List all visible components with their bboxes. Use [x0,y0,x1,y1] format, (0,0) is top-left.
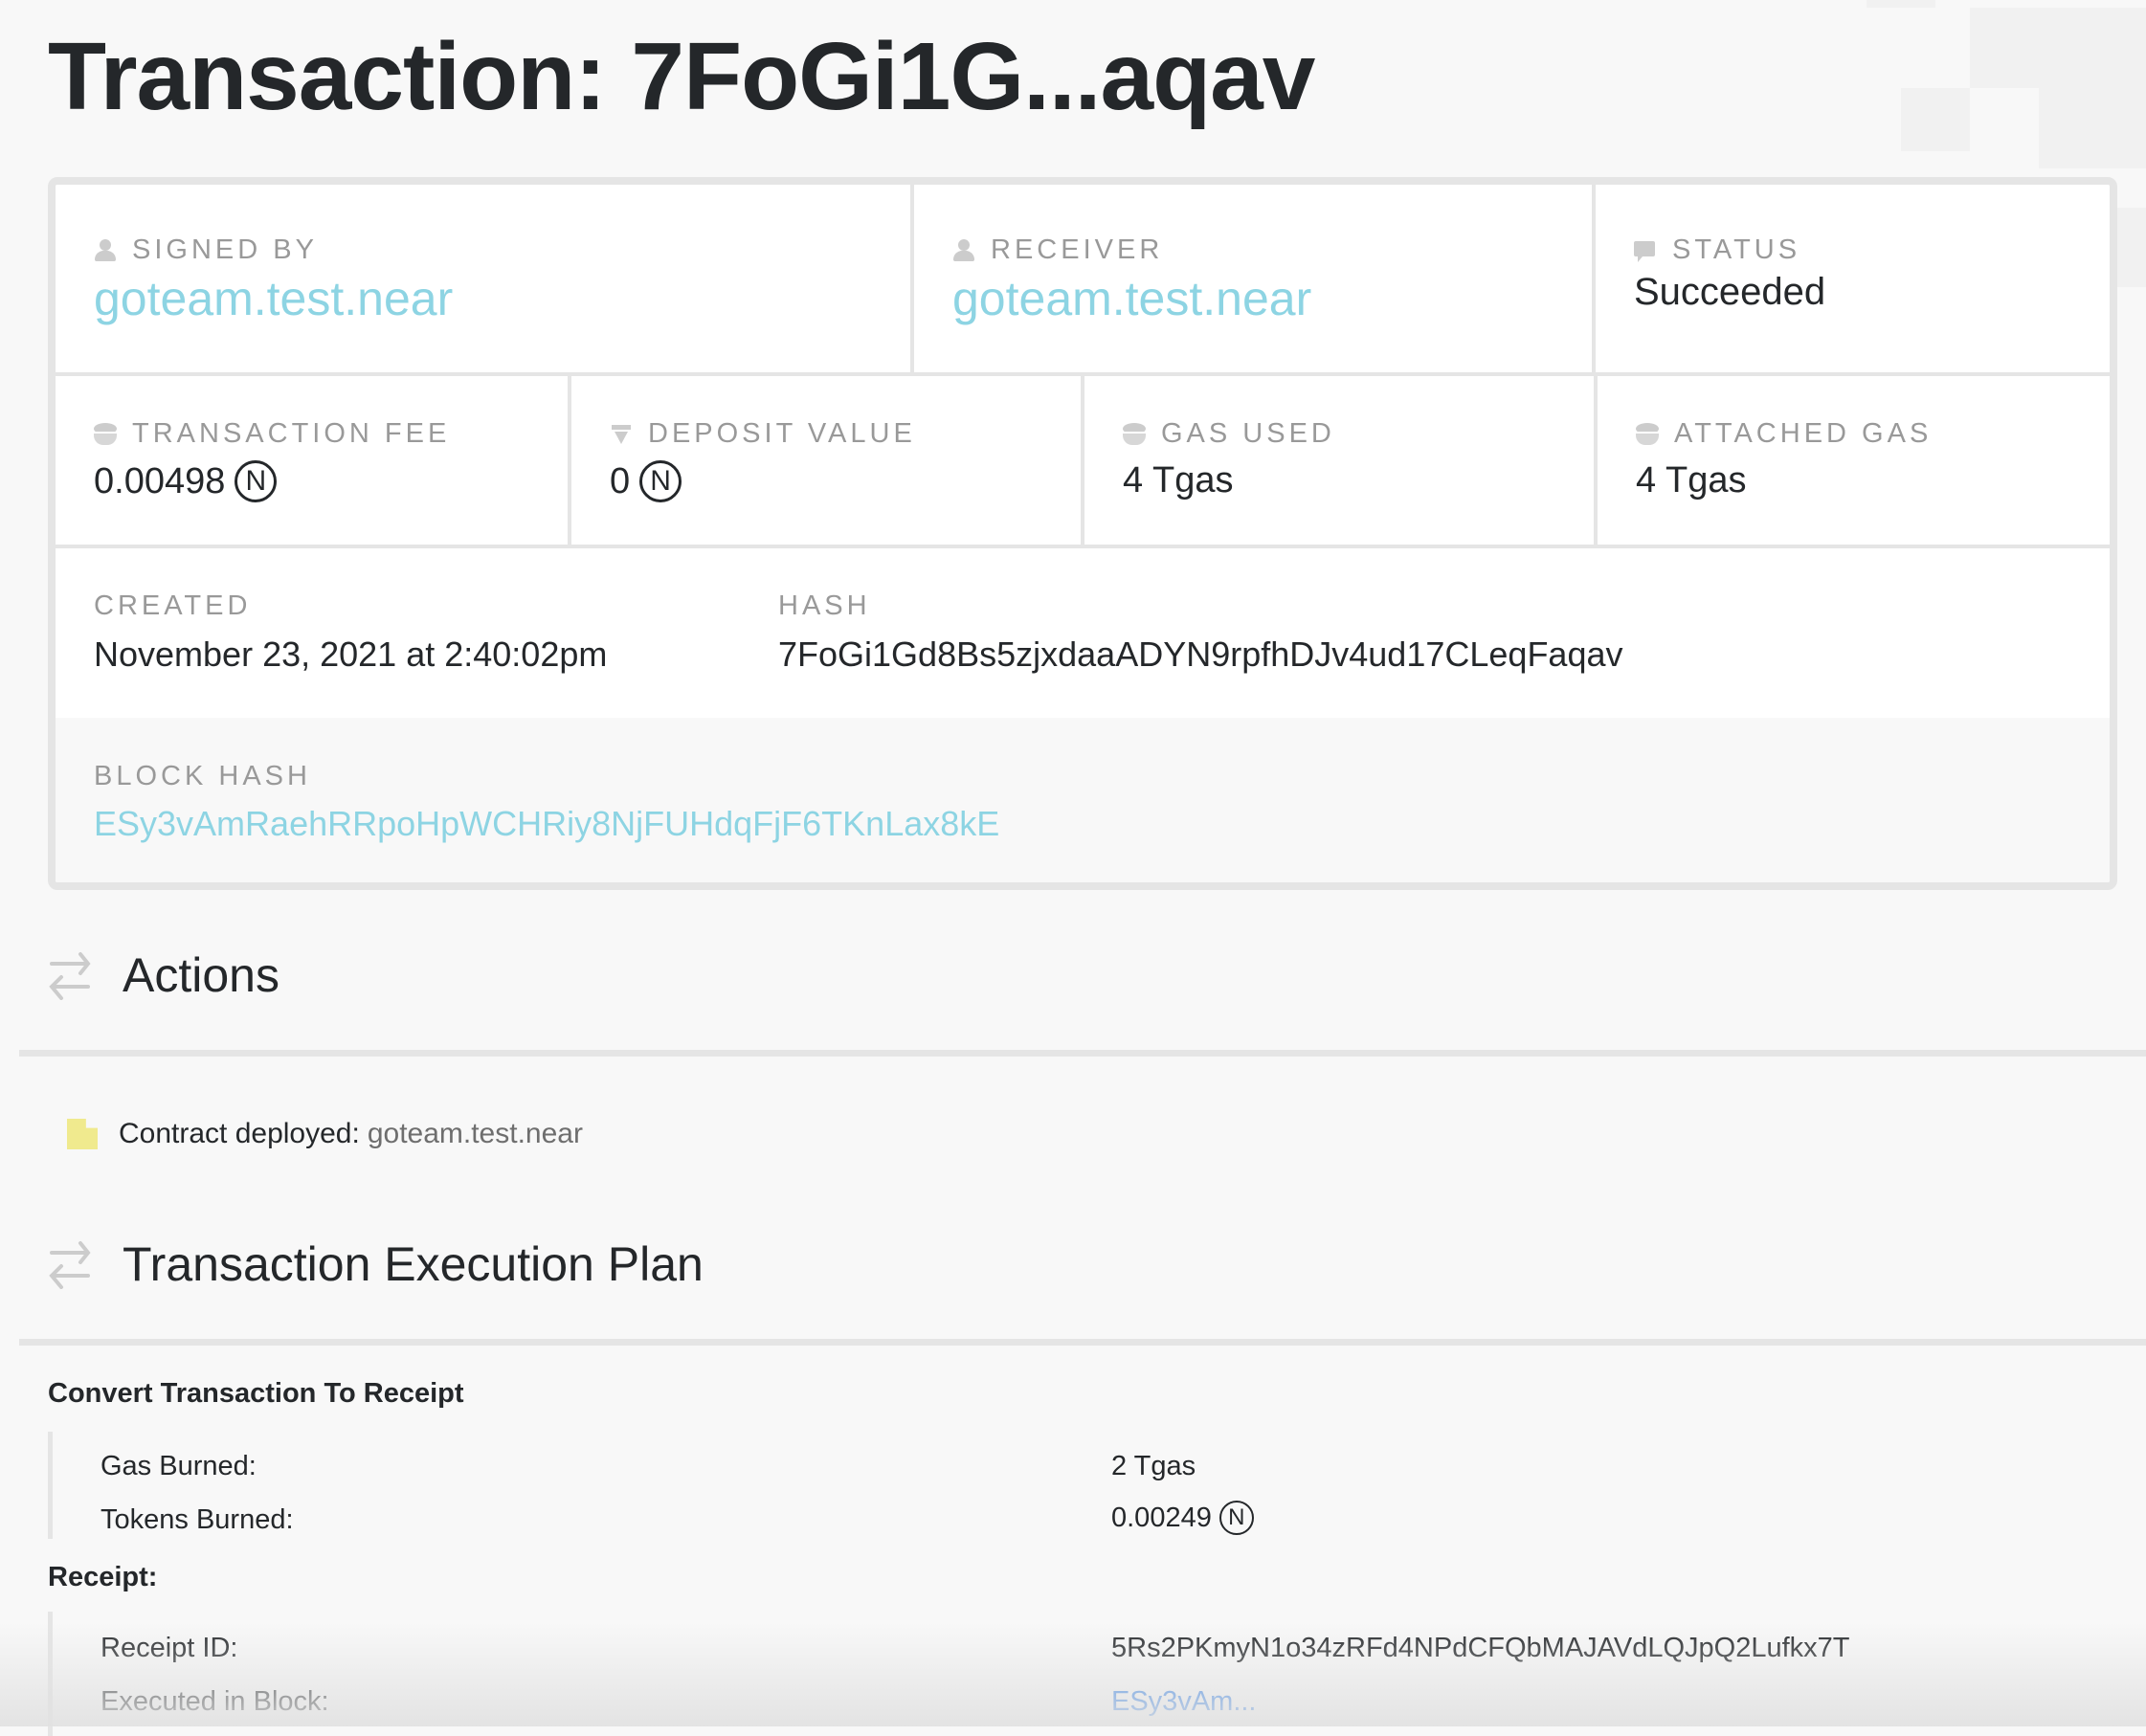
gas-used-cell: Gas used 4 Tgas [1084,376,1598,545]
convert-details: Gas Burned: 2 Tgas Tokens Burned: 0.0024… [48,1432,2146,1539]
receipt-id-value: 5Rs2PKmyN1o34zRFd4NPdCFQbMAJAVdLQJpQ2Luf… [1111,1633,1850,1663]
summary-row-block: Block hash ESy3vAmRaehRRpoHpWCHRiy8NjFUH… [56,718,2110,882]
actions-heading: Actions [123,948,279,1002]
transaction-fee-label: Transaction fee [132,418,451,449]
background-pattern [2117,208,2146,287]
person-icon [94,238,117,262]
attached-gas-label: Attached gas [1674,418,1933,449]
near-token-icon: N [1218,1501,1254,1535]
receiver-label: Receiver [991,234,1164,265]
execution-plan-divider [19,1339,2146,1346]
tokens-burned-value: 0.00249 N [1111,1501,1254,1535]
transaction-fee-cell: Transaction fee 0.00498 N [56,376,571,545]
convert-heading: Convert Transaction To Receipt [48,1378,464,1409]
background-pattern [1970,8,2039,88]
gas-burned-value: 2 Tgas [1111,1451,1196,1481]
person-icon [952,238,975,262]
summary-row-accounts: Signed by goteam.test.near Receiver gote… [56,185,2110,376]
background-pattern [1901,88,1970,151]
tokens-burned-label: Tokens Burned: [101,1504,294,1535]
execution-plan-heading: Transaction Execution Plan [123,1237,704,1291]
executed-in-block-link[interactable]: ESy3vAm... [1111,1686,1257,1718]
summary-row-meta: Created November 23, 2021 at 2:40:02pm H… [56,548,2110,718]
created-label: Created [94,590,252,621]
receipt-details: Receipt ID: 5Rs2PKmyN1o34zRFd4NPdCFQbMAJ… [48,1612,2146,1736]
receipt-heading: Receipt: [48,1562,158,1592]
gas-used-label: Gas used [1161,418,1335,449]
actions-section-header: Actions [48,947,279,1003]
actions-divider [19,1050,2146,1057]
gas-used-value: 4 Tgas [1123,460,1234,501]
coins-icon [94,422,117,446]
created-value: November 23, 2021 at 2:40:02pm [94,634,608,674]
status-label: Status [1672,234,1801,265]
transaction-summary-card: Signed by goteam.test.near Receiver gote… [48,177,2117,890]
block-hash-label: Block hash [94,761,311,791]
near-token-icon: N [235,460,278,502]
created-cell: Created November 23, 2021 at 2:40:02pm [56,548,740,718]
receiver-cell: Receiver goteam.test.near [914,185,1596,372]
background-pattern [2039,8,2146,168]
hash-label: Hash [778,590,871,621]
deposit-value-label: Deposit value [648,418,916,449]
signed-by-link[interactable]: goteam.test.near [94,271,453,326]
signed-by-cell: Signed by goteam.test.near [56,185,914,372]
block-hash-link[interactable]: ESy3vAmRaehRRpoHpWCHRiy8NjFUHdqFjF6TKnLa… [94,804,999,844]
filter-icon [610,423,633,446]
status-cell: Status Succeeded [1596,185,2110,372]
execution-plan-section-header: Transaction Execution Plan [48,1236,704,1292]
document-icon [67,1119,98,1149]
receipt-id-label: Receipt ID: [101,1633,238,1663]
executed-in-block-label: Executed in Block: [101,1686,329,1717]
action-target: goteam.test.near [367,1118,583,1149]
receiver-link[interactable]: goteam.test.near [952,271,1311,326]
transaction-fee-value: 0.00498 N [94,460,278,502]
summary-row-fees: Transaction fee 0.00498 N Deposit value … [56,376,2110,548]
gas-burned-label: Gas Burned: [101,1451,257,1481]
near-token-icon: N [639,460,682,502]
deposit-value-value: 0 N [610,460,682,502]
signed-by-label: Signed by [132,234,318,265]
arrows-exchange-icon [49,1241,91,1289]
action-label: Contract deployed: [119,1118,360,1149]
background-pattern [1867,0,1935,8]
attached-gas-cell: Attached gas 4 Tgas [1598,376,2110,545]
deposit-value-cell: Deposit value 0 N [571,376,1084,545]
arrows-exchange-icon [49,952,91,1000]
block-hash-cell: Block hash ESy3vAmRaehRRpoHpWCHRiy8NjFUH… [56,718,2110,882]
attached-gas-value: 4 Tgas [1636,460,1747,501]
chat-icon [1634,239,1657,262]
coins-icon [1636,422,1659,446]
hash-cell: Hash 7FoGi1Gd8Bs5zjxdaaADYN9rpfhDJv4ud17… [740,548,2110,718]
hash-value: 7FoGi1Gd8Bs5zjxdaaADYN9rpfhDJv4ud17CLeqF… [778,634,1623,674]
action-item: Contract deployed: goteam.test.near [67,1118,583,1150]
status-value: Succeeded [1634,271,1826,313]
coins-icon [1123,422,1146,446]
page-title: Transaction: 7FoGi1G...aqav [48,23,1315,130]
